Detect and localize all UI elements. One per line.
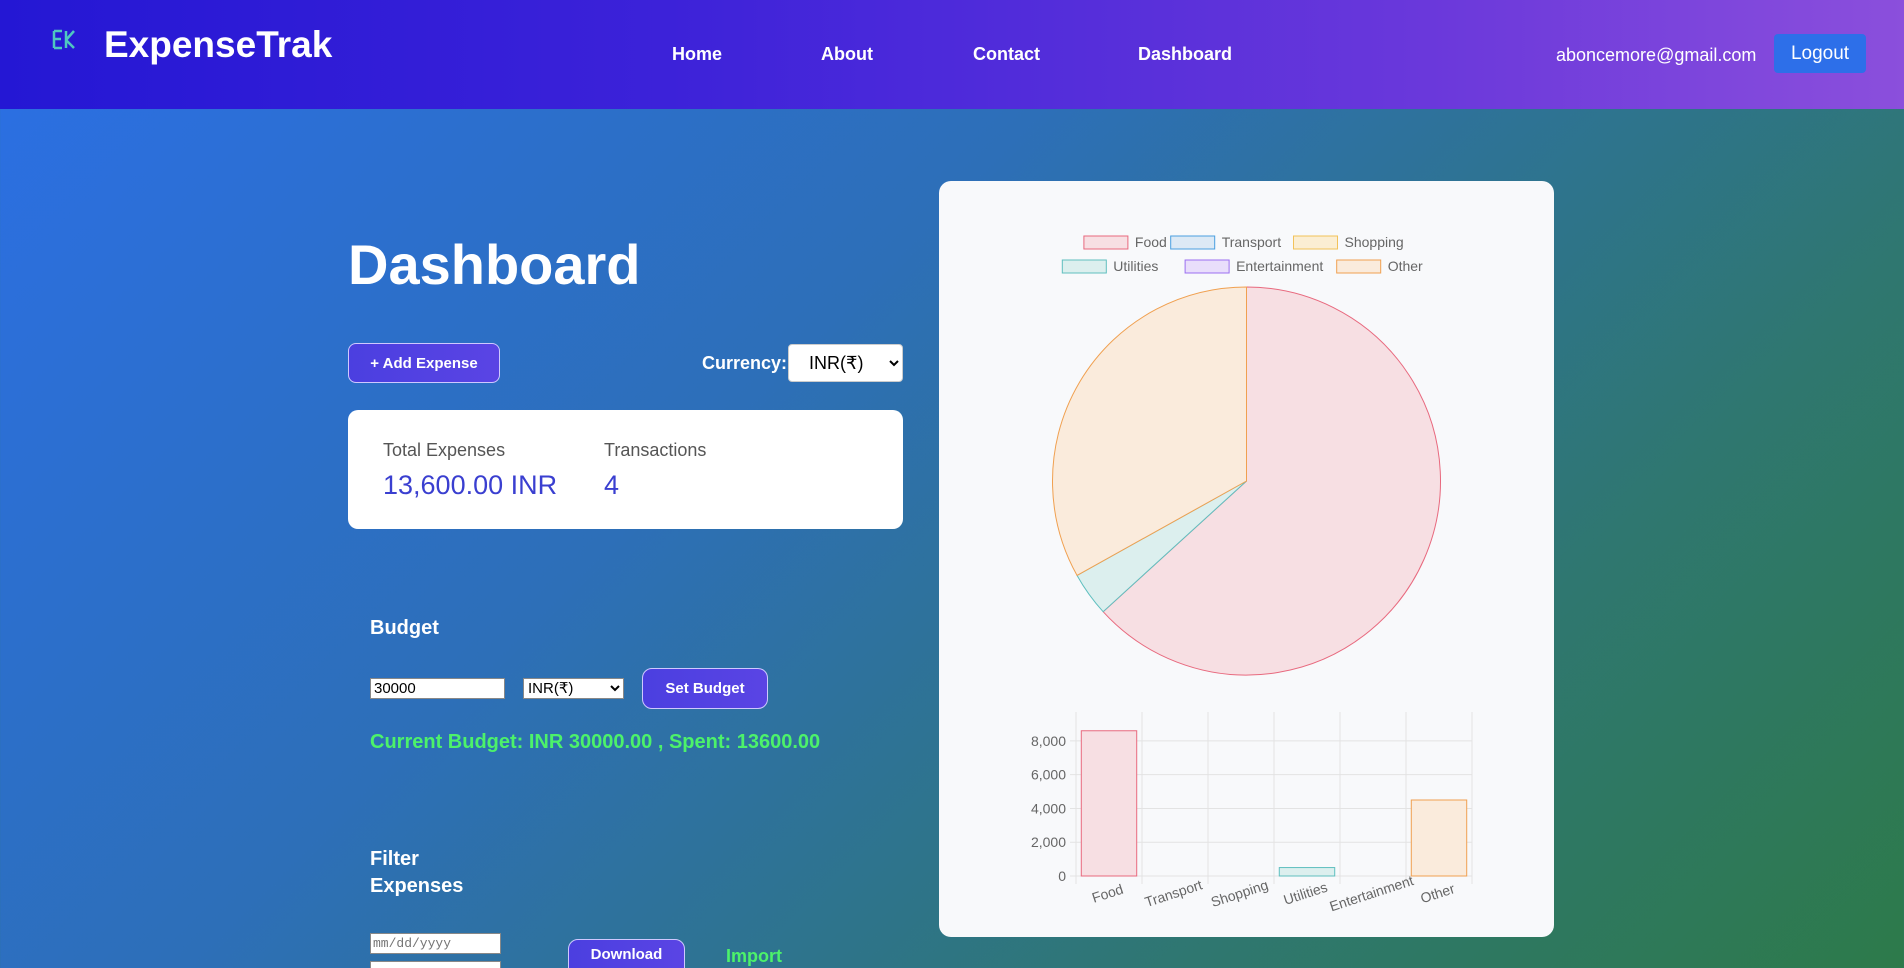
budget-title: Budget (370, 617, 439, 639)
y-tick-label: 4,000 (1031, 800, 1066, 816)
page-title: Dashboard (348, 233, 641, 296)
import-link[interactable]: Import (726, 946, 782, 967)
legend-label-entertainment: Entertainment (1236, 258, 1323, 274)
transactions-label: Transactions (604, 440, 707, 460)
legend-swatch-entertainment (1184, 259, 1230, 274)
x-tick-label: Transport (1143, 876, 1205, 910)
y-tick-label: 6,000 (1031, 767, 1066, 783)
y-tick-label: 2,000 (1031, 834, 1066, 850)
bar-food (1080, 730, 1138, 877)
currency-select[interactable]: INR(₹) (788, 344, 903, 382)
bar-other (1410, 799, 1468, 877)
logo-icon (52, 29, 75, 50)
brand-name[interactable]: ExpenseTrak (104, 24, 332, 66)
legend-swatch-utilities (1061, 259, 1107, 274)
nav-dashboard[interactable]: Dashboard (1138, 44, 1232, 65)
logout-button[interactable]: Logout (1774, 34, 1866, 73)
legend-swatch-transport (1170, 235, 1216, 250)
total-expenses-value: 13,600.00 INR (383, 470, 558, 500)
budget-amount-input[interactable] (370, 678, 505, 699)
legend-label-shopping: Shopping (1345, 234, 1404, 250)
total-expenses-label: Total Expenses (383, 440, 506, 460)
summary-card: Total Expenses 13,600.00 INR Transaction… (348, 410, 903, 529)
filter-title-line1: Filter (370, 848, 419, 870)
end-date-input[interactable] (370, 961, 501, 968)
charts-svg: Food Transport ShoppingUtilities Entertainm… (1031, 234, 1473, 914)
legend-label-utilities: Utilities (1113, 258, 1158, 274)
y-tick-label: 8,000 (1031, 733, 1066, 749)
bar-utilities (1278, 867, 1336, 877)
legend-label-food: Food (1135, 234, 1167, 250)
budget-status: Current Budget: INR 30000.00 , Spent: 13… (370, 731, 821, 753)
legend-label-transport: Transport (1222, 234, 1282, 250)
set-budget-button[interactable]: Set Budget (642, 668, 768, 709)
x-tick-label: Food (1090, 881, 1125, 906)
legend-label-other: Other (1388, 258, 1423, 274)
nav-contact[interactable]: Contact (973, 44, 1040, 65)
nav-about[interactable]: About (821, 44, 873, 65)
chart-card: Food Transport Shopping Utilities Entertainm… (939, 181, 1554, 937)
y-tick-label: 0 (1058, 868, 1066, 884)
legend-swatch-food (1083, 235, 1129, 250)
x-tick-label: Entertainment (1328, 872, 1416, 914)
filter-title-line2: Expenses (370, 875, 464, 897)
x-tick-label: Utilities (1282, 879, 1330, 908)
add-expense-button[interactable]: + Add Expense (348, 343, 500, 383)
budget-currency-select[interactable]: INR(₹) (523, 678, 624, 699)
legend-swatch-other (1336, 259, 1382, 274)
x-tick-label: Shopping (1209, 876, 1270, 910)
transactions-value: 4 (604, 470, 620, 500)
download-button[interactable]: Download (568, 939, 685, 968)
user-email: aboncemore@gmail.com (1556, 45, 1757, 65)
nav-home[interactable]: Home (672, 44, 722, 65)
legend-swatch-shopping (1293, 235, 1338, 250)
x-tick-label: Other (1418, 880, 1457, 906)
start-date-input[interactable] (370, 933, 501, 954)
top-navbar: ExpenseTrak Home About Contact Dashboard… (0, 0, 1904, 109)
currency-label: Currency: (702, 353, 788, 373)
